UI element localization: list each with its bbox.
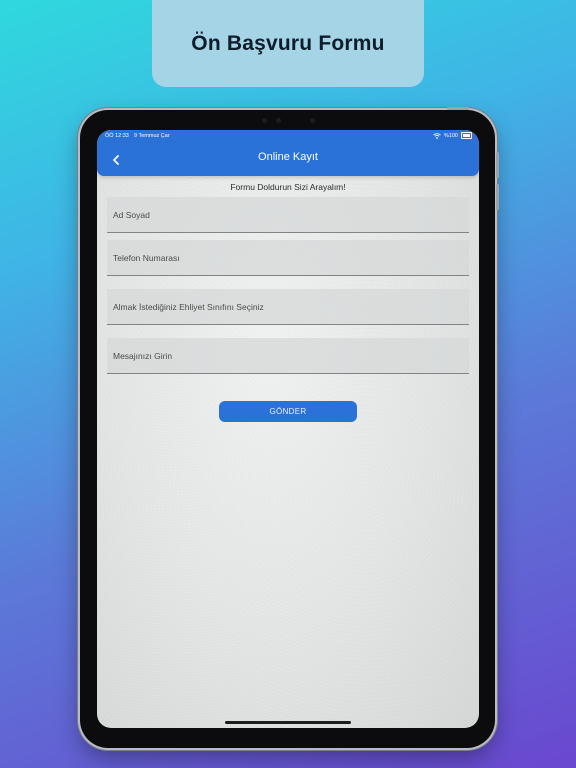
- home-indicator[interactable]: [225, 721, 351, 724]
- tablet-frame: ÖÖ 12:33 9 Temmuz Çar %100 Online Kayıt …: [80, 107, 499, 748]
- tablet-screen: ÖÖ 12:33 9 Temmuz Çar %100 Online Kayıt …: [97, 130, 479, 728]
- camera-sensor: [262, 118, 267, 123]
- status-indicators: %100: [433, 132, 472, 139]
- wifi-icon: [433, 132, 441, 139]
- page-title: Online Kayıt: [258, 151, 318, 163]
- promo-title: Ön Başvuru Formu: [191, 31, 385, 55]
- promo-title-box: Ön Başvuru Formu: [152, 0, 424, 87]
- message-input[interactable]: [107, 338, 469, 373]
- license-class-select[interactable]: [107, 289, 469, 324]
- status-time: ÖÖ 12:33: [105, 133, 129, 139]
- name-field[interactable]: [107, 197, 469, 233]
- phone-field[interactable]: [107, 240, 469, 276]
- volume-up-button: [496, 152, 499, 178]
- navigation-bar: Online Kayıt: [97, 142, 479, 176]
- status-bar: ÖÖ 12:33 9 Temmuz Çar %100: [97, 130, 479, 142]
- camera-sensor: [276, 118, 281, 123]
- message-field[interactable]: [107, 338, 469, 374]
- power-button: [447, 107, 469, 110]
- name-input[interactable]: [107, 197, 469, 232]
- form-heading: Formu Doldurun Sizi Arayalım!: [230, 182, 346, 192]
- phone-input[interactable]: [107, 240, 469, 275]
- submit-button[interactable]: GÖNDER: [219, 401, 357, 422]
- license-class-field[interactable]: [107, 289, 469, 325]
- volume-down-button: [496, 184, 499, 210]
- status-date: 9 Temmuz Çar: [134, 133, 170, 139]
- camera-sensor: [310, 118, 315, 123]
- battery-percent: %100: [443, 132, 458, 139]
- battery-icon: [461, 132, 472, 139]
